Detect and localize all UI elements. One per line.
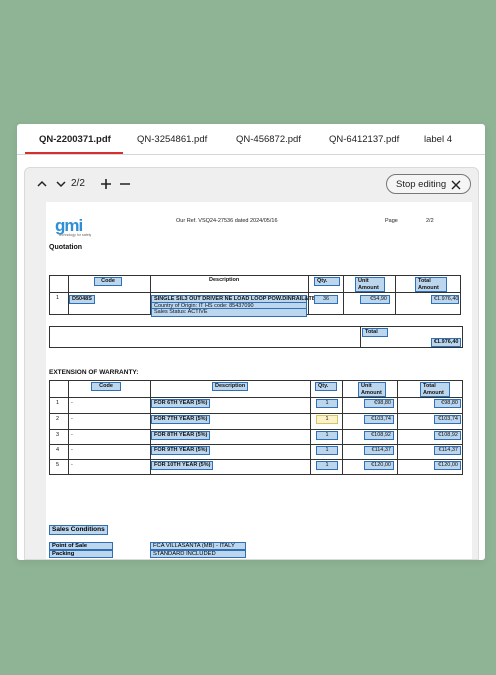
viewer-toolbar: 2/2 Stop editing	[25, 168, 478, 200]
tab-qn-3254861[interactable]: QN-3254861.pdf	[137, 134, 207, 145]
row-unit-amount: €54,90	[360, 295, 390, 304]
warranty-row-qty: 1	[316, 431, 338, 440]
warranty-header-qty: Qty.	[315, 382, 337, 391]
page-indicator: 2/2	[71, 178, 85, 189]
warranty-row-number: 1	[56, 400, 60, 406]
packing-value: STANDARD INCLUDED	[150, 550, 246, 558]
warranty-row-unit: €103,74	[364, 415, 394, 424]
header-total-amount: Total Amount	[415, 277, 447, 292]
active-tab-indicator	[25, 152, 123, 154]
tab-qn-2200371[interactable]: QN-2200371.pdf	[39, 134, 111, 145]
warranty-row-code: -	[71, 416, 73, 422]
warranty-row-description: FOR 9TH YEAR (5%)	[151, 446, 211, 455]
warranty-row-total: €98,80	[434, 399, 461, 408]
pdf-page: gmi technology for safety Our Ref. VSQ24…	[46, 202, 472, 559]
row-total-amount: €1.976,40	[431, 295, 459, 304]
warranty-title: EXTENSION OF WARRANTY:	[49, 369, 139, 376]
warranty-row-number: 2	[56, 416, 60, 422]
header-unit-amount: Unit Amount	[355, 277, 385, 292]
chevron-up-icon[interactable]	[35, 177, 49, 191]
warranty-table	[49, 380, 463, 475]
row-code: D5048S	[69, 295, 95, 304]
warranty-row-unit: €98,80	[364, 399, 394, 408]
warranty-row-code: -	[71, 447, 73, 453]
warranty-row-description: FOR 7TH YEAR (5%)	[151, 415, 211, 424]
packing-label: Packing	[49, 550, 113, 558]
warranty-row-description: FOR 8TH YEAR (5%)	[151, 431, 211, 440]
header-description: Description	[209, 277, 240, 283]
page-number: 2/2	[426, 218, 434, 224]
tab-label-4[interactable]: label 4	[424, 134, 452, 145]
warranty-row-qty: 1	[316, 446, 338, 455]
warranty-row-total: €114,37	[434, 446, 461, 455]
point-of-sale-value: FCA VILLASANTA (MB) - ITALY	[150, 542, 246, 550]
minus-icon[interactable]	[118, 177, 132, 191]
warranty-row-number: 3	[56, 432, 60, 438]
warranty-row-number: 4	[56, 447, 60, 453]
warranty-row-total: €108,92	[434, 431, 461, 440]
close-icon	[451, 180, 461, 190]
total-value: €1.976,40	[431, 338, 461, 347]
tab-qn-456872[interactable]: QN-456872.pdf	[236, 134, 301, 145]
warranty-row-total: €103,74	[434, 415, 461, 424]
warranty-row-code: -	[71, 462, 73, 468]
warranty-row-description: FOR 10TH YEAR (5%)	[151, 461, 214, 470]
point-of-sale-label: Point of Sale	[49, 542, 113, 550]
pdf-viewer: 2/2 Stop editing gmi technology for safe…	[24, 167, 479, 560]
warranty-row-number: 5	[56, 462, 60, 468]
warranty-row-qty: 1	[316, 399, 338, 408]
row-number: 1	[56, 295, 60, 301]
header-qty: Qty.	[314, 277, 340, 286]
row-qty: 36	[314, 295, 338, 304]
chevron-down-icon[interactable]	[54, 177, 68, 191]
warranty-header-unit-amount: Unit Amount	[358, 382, 386, 397]
warranty-row-unit: €108,92	[364, 431, 394, 440]
warranty-row-total: €120,00	[434, 461, 461, 470]
warranty-header-total-amount: Total Amount	[420, 382, 450, 397]
warranty-row-code: -	[71, 400, 73, 406]
total-box	[49, 326, 463, 348]
stop-editing-button[interactable]: Stop editing	[386, 174, 471, 194]
company-logo: gmi technology for safety	[55, 216, 92, 237]
pdf-editor-card: QN-2200371.pdf QN-3254861.pdf QN-456872.…	[17, 124, 485, 560]
warranty-row-qty: 1	[316, 415, 338, 424]
stop-editing-label: Stop editing	[396, 179, 447, 190]
sales-conditions-title: Sales Conditions	[49, 525, 108, 535]
warranty-header-code: Code	[91, 382, 121, 391]
warranty-row-code: -	[71, 432, 73, 438]
warranty-row-unit: €120,00	[364, 461, 394, 470]
document-title: Quotation	[49, 244, 83, 251]
page-label: Page	[385, 218, 398, 224]
tab-qn-6412137[interactable]: QN-6412137.pdf	[329, 134, 399, 145]
row-status: Sales Status: ACTIVE	[151, 308, 307, 317]
warranty-row-unit: €114,37	[364, 446, 394, 455]
total-label: Total	[362, 328, 388, 337]
warranty-row-qty: 1	[316, 461, 338, 470]
plus-icon[interactable]	[99, 177, 113, 191]
file-tabs: QN-2200371.pdf QN-3254861.pdf QN-456872.…	[17, 124, 485, 155]
warranty-row-description: FOR 6TH YEAR (5%)	[151, 399, 211, 408]
header-code: Code	[94, 277, 122, 286]
warranty-header-description: Description	[212, 382, 248, 391]
reference-text: Our Ref. VSQ24-27536 dated 2024/05/16	[176, 218, 278, 224]
